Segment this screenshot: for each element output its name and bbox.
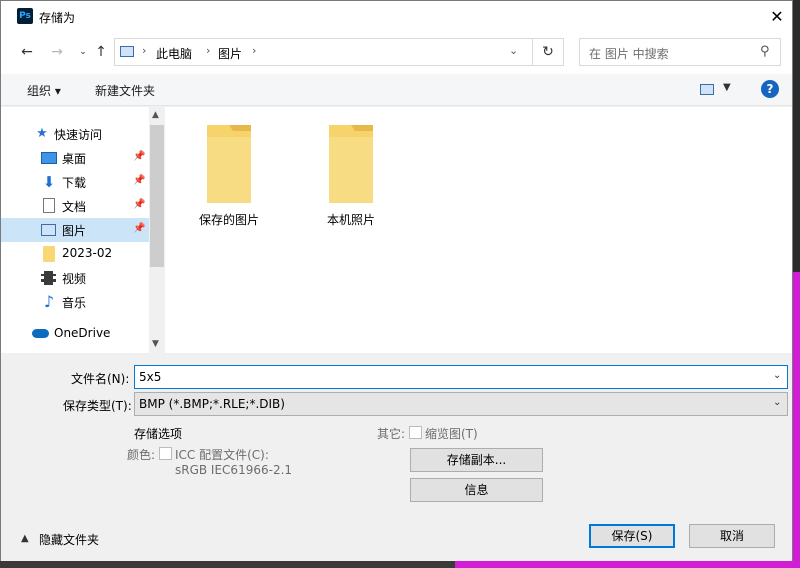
save-options-heading: 存储选项 — [134, 427, 183, 441]
icc-profile-value: sRGB IEC61966-2.1 — [175, 463, 293, 477]
background-canvas-bottom — [455, 560, 800, 568]
address-dropdown-icon[interactable]: ⌄ — [509, 44, 518, 57]
save-copy-button[interactable]: 存储副本... — [410, 448, 543, 472]
folder-icon — [207, 125, 251, 203]
search-placeholder: 在 图片 中搜索 — [589, 47, 669, 61]
title-bar: Ps 存储为 ✕ — [1, 1, 792, 32]
filetype-dropdown-icon[interactable]: ⌄ — [773, 397, 781, 408]
nav-item-documents[interactable]: 文档 📌 — [1, 194, 149, 218]
address-bar[interactable]: › 此电脑 › 图片 › ⌄ — [114, 38, 533, 66]
new-folder-button[interactable]: 新建文件夹 — [95, 82, 155, 99]
nav-item-downloads[interactable]: ⬇ 下载 📌 — [1, 170, 149, 194]
view-dropdown-icon[interactable]: ▼ — [723, 82, 731, 93]
desktop-icon — [41, 152, 57, 164]
background-canvas-edge — [792, 272, 800, 568]
folder-name: 保存的图片 — [198, 213, 259, 227]
filename-dropdown-icon[interactable]: ⌄ — [773, 370, 781, 381]
dialog-title: 存储为 — [39, 11, 76, 25]
navigation-pane: ★ 快速访问 桌面 📌 ⬇ 下载 📌 文档 📌 图片 📌 2023-02 视频 … — [1, 107, 149, 353]
close-icon[interactable]: ✕ — [761, 3, 793, 31]
search-input[interactable]: 在 图片 中搜索 ⚲ — [579, 38, 781, 66]
download-icon: ⬇ — [42, 173, 56, 191]
address-row: ← → ⌄ ↑ › 此电脑 › 图片 › ⌄ ↻ 在 图片 中搜索 ⚲ — [1, 32, 792, 74]
other-label: 其它: — [377, 427, 406, 441]
file-list: 保存的图片 本机照片 — [165, 107, 792, 353]
icc-profile-checkbox[interactable] — [159, 447, 172, 460]
save-button[interactable]: 保存(S) — [589, 524, 675, 548]
pin-icon[interactable]: 📌 — [133, 223, 145, 234]
nav-item-desktop[interactable]: 桌面 📌 — [1, 146, 149, 170]
filename-label: 文件名(N): — [71, 372, 130, 386]
view-options-icon[interactable] — [700, 84, 714, 95]
breadcrumb-pictures[interactable]: 图片 — [218, 45, 242, 62]
nav-item-videos[interactable]: 视频 — [1, 266, 149, 290]
music-icon: ♪ — [43, 292, 55, 311]
command-bar: 组织 ▾ 新建文件夹 ▼ ? — [1, 74, 792, 106]
help-icon[interactable]: ? — [761, 80, 779, 98]
folder-icon — [43, 246, 55, 262]
organize-menu[interactable]: 组织 ▾ — [27, 82, 61, 99]
photoshop-app-icon: Ps — [17, 8, 33, 24]
nav-item-pictures[interactable]: 图片 📌 — [1, 218, 149, 242]
scroll-down-icon[interactable]: ▼ — [152, 339, 159, 349]
search-icon: ⚲ — [760, 44, 770, 59]
breadcrumb-separator-icon[interactable]: › — [252, 44, 256, 57]
star-icon: ★ — [36, 126, 48, 141]
document-icon — [43, 198, 55, 213]
pin-icon[interactable]: 📌 — [133, 175, 145, 186]
color-label: 颜色: — [127, 448, 156, 462]
nav-item-music[interactable]: ♪ 音乐 — [1, 290, 149, 314]
pin-icon[interactable]: 📌 — [133, 151, 145, 162]
breadcrumb-separator-icon[interactable]: › — [142, 44, 146, 57]
pin-icon[interactable]: 📌 — [133, 199, 145, 210]
scroll-thumb[interactable] — [150, 125, 164, 267]
info-button[interactable]: 信息 — [410, 478, 543, 502]
folder-item[interactable]: 保存的图片 — [169, 123, 289, 233]
thumbnail-checkbox[interactable] — [409, 426, 422, 439]
this-pc-icon — [120, 46, 134, 57]
nav-scrollbar[interactable]: ▲ ▼ — [149, 107, 165, 353]
nav-item-onedrive[interactable]: OneDrive — [1, 322, 149, 346]
breadcrumb-separator-icon[interactable]: › — [206, 44, 210, 57]
video-icon — [41, 271, 56, 285]
folder-item[interactable]: 本机照片 — [291, 123, 411, 233]
thumbnail-label: 缩览图(T) — [425, 427, 478, 441]
hide-folders-toggle[interactable]: 隐藏文件夹 — [39, 531, 99, 548]
up-arrow-icon[interactable]: ↑ — [91, 42, 111, 62]
nav-item-quick-access[interactable]: ★ 快速访问 — [1, 122, 149, 146]
refresh-icon[interactable]: ↻ — [533, 38, 564, 66]
folder-icon — [329, 125, 373, 203]
filetype-select[interactable]: BMP (*.BMP;*.RLE;*.DIB) ⌄ — [134, 392, 788, 416]
filetype-label: 保存类型(T): — [63, 399, 132, 413]
cancel-button[interactable]: 取消 — [689, 524, 775, 548]
cloud-icon — [32, 329, 49, 338]
collapse-chevron-icon[interactable]: ▲ — [21, 533, 29, 544]
save-as-dialog: Ps 存储为 ✕ ← → ⌄ ↑ › 此电脑 › 图片 › ⌄ ↻ 在 图片 中… — [0, 0, 793, 561]
scroll-up-icon[interactable]: ▲ — [152, 110, 159, 120]
back-arrow-icon[interactable]: ← — [17, 42, 37, 62]
filetype-value: BMP (*.BMP;*.RLE;*.DIB) — [139, 397, 285, 411]
breadcrumb-this-pc[interactable]: 此电脑 — [156, 45, 192, 62]
folder-name: 本机照片 — [326, 213, 375, 227]
recent-locations-chevron-icon[interactable]: ⌄ — [73, 42, 93, 62]
filename-input[interactable] — [134, 365, 788, 389]
forward-arrow-icon[interactable]: → — [47, 42, 67, 62]
nav-item-2023-02[interactable]: 2023-02 — [1, 242, 149, 266]
icc-profile-label: ICC 配置文件(C): — [175, 448, 269, 462]
save-form: 文件名(N): ⌄ 保存类型(T): BMP (*.BMP;*.RLE;*.DI… — [1, 353, 792, 561]
pictures-icon — [41, 224, 56, 236]
